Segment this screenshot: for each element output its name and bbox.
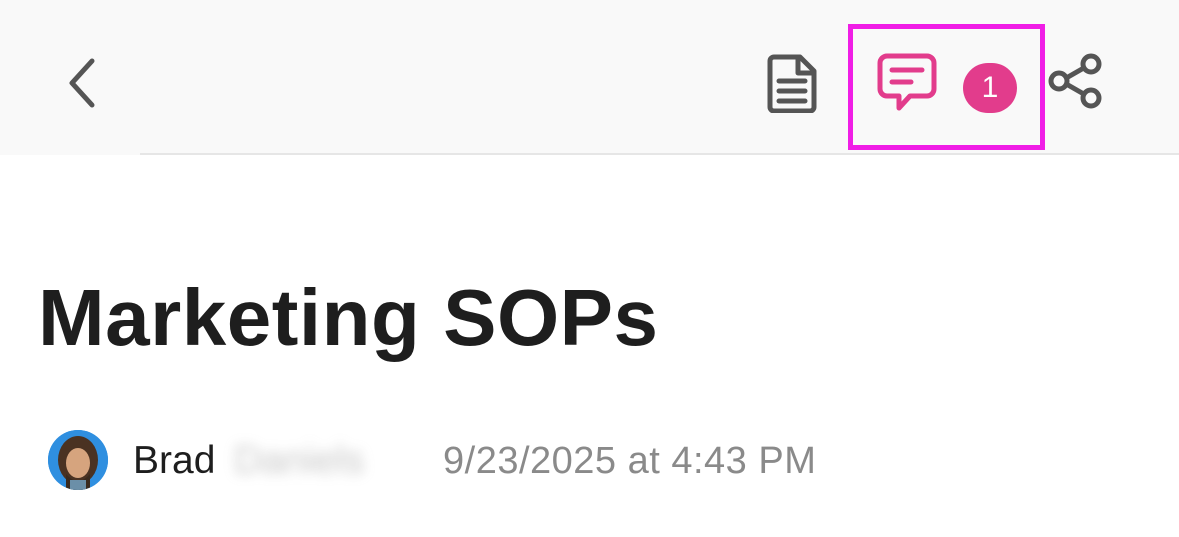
document-timestamp: 9/23/2025 at 4:43 PM bbox=[443, 440, 817, 482]
avatar-image bbox=[48, 430, 108, 490]
document-info-button[interactable] bbox=[760, 50, 826, 116]
header-divider bbox=[140, 153, 1179, 155]
back-button[interactable] bbox=[52, 48, 112, 118]
share-icon bbox=[1048, 53, 1102, 109]
author-name: Brad bbox=[133, 439, 216, 482]
author-avatar[interactable] bbox=[48, 430, 108, 490]
chevron-left-icon bbox=[69, 58, 95, 108]
comments-button[interactable] bbox=[872, 48, 942, 118]
comment-count-badge: 1 bbox=[963, 63, 1017, 113]
share-button[interactable] bbox=[1042, 48, 1108, 114]
document-icon bbox=[767, 54, 817, 113]
author-surname-redacted: Daniels bbox=[234, 439, 365, 482]
page-title: Marketing SOPs bbox=[38, 273, 659, 362]
comment-icon bbox=[877, 53, 937, 111]
